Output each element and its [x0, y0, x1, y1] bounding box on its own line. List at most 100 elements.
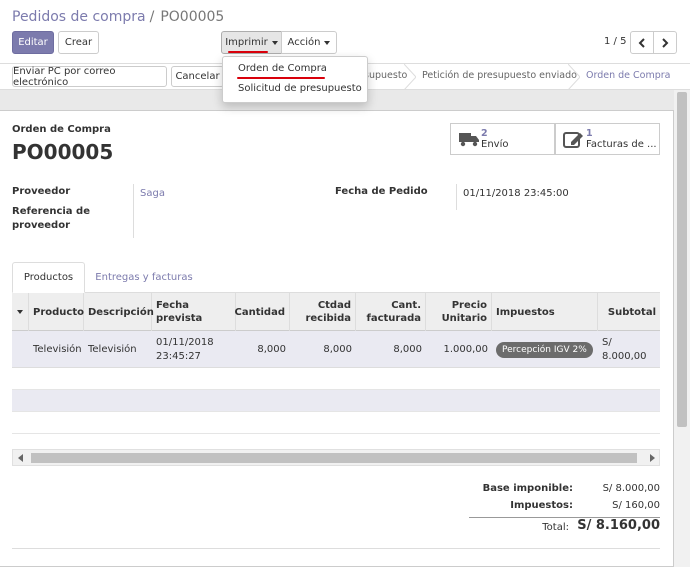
column-header-qty-received-label: Ctdad recibida: [305, 299, 351, 325]
print-dropdown-menu: Orden de Compra Solicitud de presupuesto: [222, 56, 368, 103]
untaxed-amount-label: Base imponible:: [482, 483, 573, 494]
stage-separator: [404, 64, 416, 90]
cell-description: Televisión: [88, 343, 137, 355]
breadcrumb-separator: /: [149, 9, 155, 25]
menu-item-purchase-order[interactable]: Orden de Compra: [238, 63, 327, 74]
print-button-label: Imprimir: [225, 37, 268, 48]
cell-qty-billed: 8,000: [393, 343, 422, 355]
vendor-bills-smart-button[interactable]: 1 Facturas de ...: [555, 123, 660, 155]
menu-item-quotation-request[interactable]: Solicitud de presupuesto: [238, 83, 362, 94]
vendor-link[interactable]: Saga: [140, 188, 165, 199]
field-divider: [456, 184, 457, 210]
column-header-qty-received-line-1: Ctdad: [317, 300, 351, 311]
stage-rfq-sent: Petición de presupuesto enviado: [422, 70, 577, 81]
taxes-label: Impuestos:: [510, 500, 573, 511]
column-header-unit-price-label: Precio Unitario: [442, 299, 487, 325]
cell-taxes: Percepción IGV 2%: [492, 331, 598, 368]
tab-products[interactable]: Productos: [12, 262, 85, 293]
stage-rfq: supuesto: [364, 70, 408, 81]
order-lines-table: Producto Descripción Fecha prevista Cant…: [12, 293, 660, 438]
untaxed-amount-value: S/ 8.000,00: [602, 483, 660, 494]
empty-row: [12, 390, 660, 412]
vertical-scrollbar-thumb[interactable]: [677, 92, 687, 427]
column-header-qty-billed-line-2: facturada: [366, 313, 421, 324]
notebook-tabs: Productos Entregas y facturas: [12, 262, 660, 293]
horizontal-scrollbar-thumb[interactable]: [31, 453, 637, 463]
column-header-unit-price-line-1: Precio: [451, 300, 487, 311]
column-header-qty-received-line-2: recibida: [305, 313, 351, 324]
send-po-email-button[interactable]: Enviar PC por correo electrónico: [12, 66, 167, 88]
pager-previous-button[interactable]: [630, 31, 654, 54]
vendor-reference-label: Referencia de proveedor: [12, 205, 90, 233]
order-date-label: Fecha de Pedido: [335, 186, 428, 197]
breadcrumb-current: PO00005: [160, 9, 225, 25]
column-header-quantity[interactable]: Cantidad: [235, 293, 290, 331]
menu-item-underline: [237, 77, 325, 79]
create-button[interactable]: Crear: [58, 31, 99, 54]
empty-row: [12, 412, 660, 434]
tax-tag: Percepción IGV 2%: [496, 341, 593, 358]
table-header: Producto Descripción Fecha prevista Cant…: [12, 293, 660, 331]
cell-scheduled-date-value: 01/11/2018 23:45:27: [156, 336, 214, 364]
cell-quantity: 8,000: [257, 343, 286, 355]
action-dropdown-button[interactable]: Acción: [281, 31, 337, 54]
action-button-label: Acción: [287, 37, 321, 48]
vendor-bills-count: 1: [586, 128, 593, 139]
horizontal-scrollbar[interactable]: [12, 449, 660, 466]
vendor-reference-label-line-1: Referencia de: [12, 206, 90, 217]
column-header-qty-received[interactable]: Ctdad recibida: [290, 293, 356, 331]
cell-subtotal: S/ 8.000,00: [602, 336, 647, 362]
shipments-smart-button[interactable]: 2 Envío: [450, 123, 555, 155]
tab-deliveries-invoices[interactable]: Entregas y facturas: [90, 262, 198, 293]
chevron-left-icon: [638, 37, 645, 48]
cell-qty-received: 8,000: [323, 343, 352, 355]
document-type-label: Orden de Compra: [12, 124, 111, 135]
column-header-qty-billed[interactable]: Cant. facturada: [356, 293, 426, 331]
cancel-button[interactable]: Cancelar: [171, 66, 224, 87]
stage-separator: [568, 64, 580, 90]
field-divider: [133, 184, 134, 238]
column-header-description[interactable]: Descripción: [84, 293, 154, 331]
total-value: S/ 8.160,00: [577, 518, 660, 533]
column-header-qty-billed-label: Cant. facturada: [366, 299, 421, 325]
print-button-underline: [228, 51, 268, 53]
document-name: PO00005: [12, 140, 114, 164]
control-panel: Pedidos de compra / PO00005 Editar Crear I…: [0, 0, 690, 63]
order-date-value: 01/11/2018 23:45:00: [463, 188, 569, 199]
pager-next-button[interactable]: [653, 31, 677, 54]
column-header-unit-price[interactable]: Precio Unitario: [426, 293, 492, 331]
edit-icon: [563, 132, 583, 148]
caret-down-icon: [17, 310, 23, 314]
stage-purchase-order: Orden de Compra: [586, 70, 671, 81]
column-header-product[interactable]: Producto: [29, 293, 84, 331]
shipments-label: Envío: [481, 139, 509, 150]
cell-scheduled-date-line-2: 23:45:27: [156, 350, 201, 362]
shipments-count: 2: [481, 128, 488, 139]
divider: [12, 548, 660, 549]
total-label: Total:: [542, 522, 569, 533]
table-row[interactable]: Televisión Televisión 01/11/2018 23:45:27…: [12, 331, 660, 368]
column-header-unit-price-line-2: Unitario: [441, 313, 487, 324]
edit-button[interactable]: Editar: [12, 31, 54, 54]
cell-unit-price: 1.000,00: [443, 343, 488, 355]
scroll-right-icon[interactable]: [650, 454, 655, 462]
caret-down-icon: [271, 40, 278, 45]
column-header-qty-billed-line-1: Cant.: [391, 300, 421, 311]
vendor-reference-label-line-2: proveedor: [12, 220, 71, 231]
breadcrumb-purchase-orders-link[interactable]: Pedidos de compra: [12, 9, 146, 25]
chevron-right-icon: [662, 37, 669, 48]
scroll-left-icon[interactable]: [18, 454, 23, 462]
caret-down-icon: [324, 40, 331, 45]
cell-scheduled-date-line-1: 01/11/2018: [156, 336, 214, 348]
vendor-label: Proveedor: [12, 186, 71, 197]
column-options-toggle[interactable]: [12, 293, 29, 331]
column-header-scheduled-date[interactable]: Fecha prevista: [152, 293, 236, 331]
pager-value[interactable]: 1 / 5: [604, 36, 626, 47]
column-header-taxes[interactable]: Impuestos: [492, 293, 598, 331]
breadcrumb: Pedidos de compra / PO00005: [12, 9, 224, 25]
vendor-bills-label: Facturas de ...: [586, 139, 657, 150]
truck-icon: [459, 133, 479, 147]
cell-product: Televisión: [33, 343, 82, 355]
column-header-subtotal[interactable]: Subtotal: [598, 293, 660, 331]
empty-row: [12, 368, 660, 390]
